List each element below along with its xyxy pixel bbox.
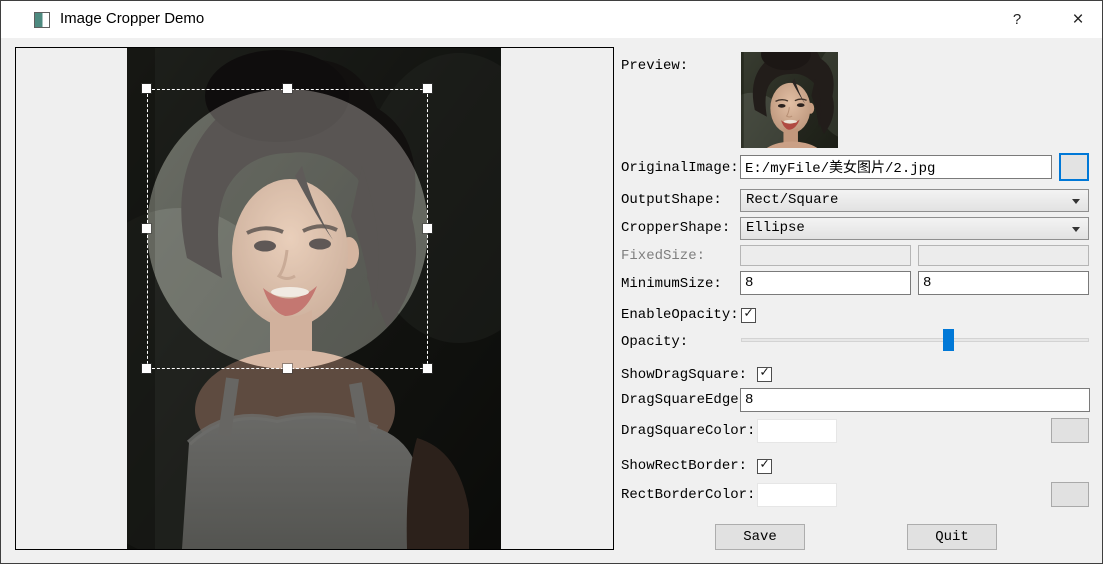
crop-handle-bottom-left[interactable] [142,364,151,373]
opacity-slider-track[interactable] [741,338,1089,342]
show-drag-square-label: ShowDragSquare: [621,367,747,383]
drag-square-color-label: DragSquareColor: [621,423,755,439]
save-button[interactable]: Save [715,524,805,550]
browse-button[interactable] [1059,153,1089,181]
drag-square-edge-input[interactable] [740,388,1090,412]
opacity-slider-handle[interactable] [943,329,954,351]
crop-handle-middle-right[interactable] [423,224,432,233]
window-title: Image Cropper Demo [60,10,204,27]
crop-selection-rect[interactable] [147,89,428,369]
fixed-size-height-input [918,245,1089,266]
show-drag-square-checkbox[interactable]: ✓ [757,367,772,382]
output-shape-select[interactable]: Rect/Square [740,189,1089,212]
check-icon: ✓ [744,306,752,322]
minimum-size-width-input[interactable] [740,271,911,295]
fixed-size-label: FixedSize: [621,248,705,264]
fixed-size-width-input [740,245,911,266]
enable-opacity-checkbox[interactable]: ✓ [741,308,756,323]
preview-label: Preview: [621,58,688,74]
show-rect-border-label: ShowRectBorder: [621,458,747,474]
chevron-down-icon [1072,199,1080,204]
drag-square-color-swatch [757,419,837,443]
chevron-down-icon [1072,227,1080,232]
drag-square-color-picker-button[interactable] [1051,418,1089,443]
app-window: Image Cropper Demo ? × Preview: Original… [0,0,1103,564]
check-icon: ✓ [760,365,768,381]
cropper-shape-label: CropperShape: [621,220,730,236]
crop-handle-top-right[interactable] [423,84,432,93]
crop-handle-top-middle[interactable] [283,84,292,93]
enable-opacity-label: EnableOpacity: [621,307,739,323]
crop-handle-bottom-middle[interactable] [283,364,292,373]
titlebar[interactable]: Image Cropper Demo ? × [1,1,1102,38]
quit-button[interactable]: Quit [907,524,997,550]
cropper-shape-value: Ellipse [746,220,805,236]
minimum-size-height-input[interactable] [918,271,1089,295]
cropper-shape-select[interactable]: Ellipse [740,217,1089,240]
crop-handle-top-left[interactable] [142,84,151,93]
original-image-label: OriginalImage: [621,160,739,176]
check-icon: ✓ [760,457,768,473]
show-rect-border-checkbox[interactable]: ✓ [757,459,772,474]
crop-handle-bottom-right[interactable] [423,364,432,373]
drag-square-edge-label: DragSquareEdge: [621,392,747,408]
output-shape-value: Rect/Square [746,192,838,208]
minimum-size-label: MinimumSize: [621,276,722,292]
rect-border-color-label: RectBorderColor: [621,487,755,503]
rect-border-color-picker-button[interactable] [1051,482,1089,507]
help-button[interactable]: ? [994,1,1040,38]
crop-handle-middle-left[interactable] [142,224,151,233]
rect-border-color-swatch [757,483,837,507]
preview-thumbnail [741,52,838,148]
close-button[interactable]: × [1052,1,1103,38]
original-image-input[interactable] [740,155,1052,179]
app-icon [34,12,50,28]
output-shape-label: OutputShape: [621,192,722,208]
opacity-label: Opacity: [621,334,688,350]
